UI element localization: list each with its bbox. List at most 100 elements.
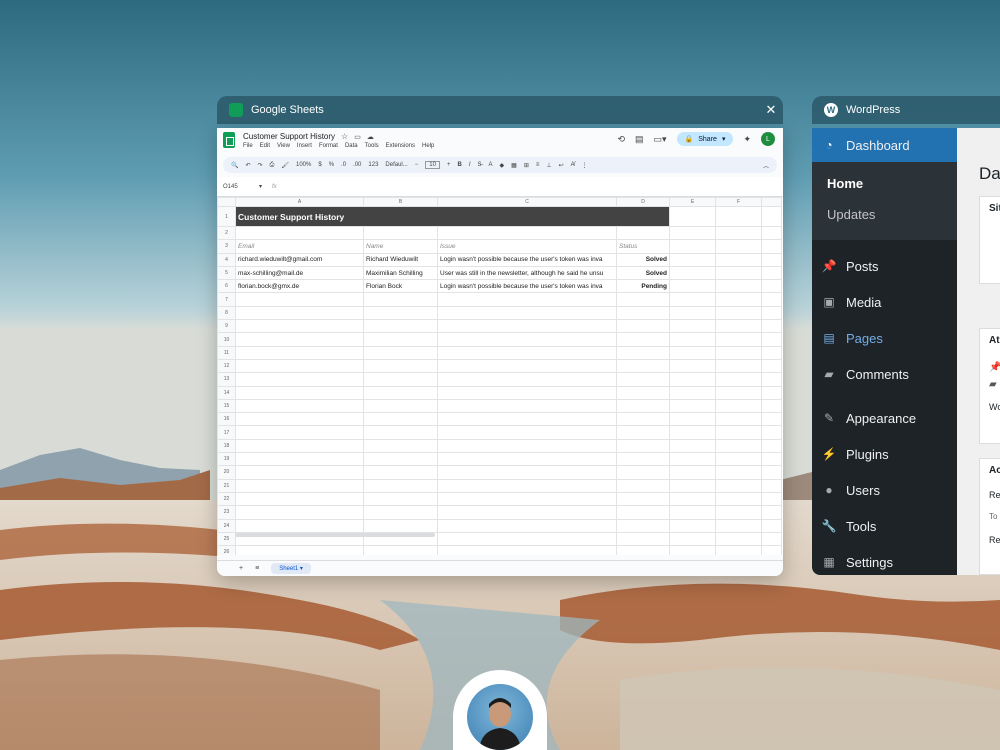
cell[interactable] [363, 319, 438, 334]
column-header-d[interactable]: D [616, 197, 670, 207]
increase-decimal-button[interactable]: .00 [353, 162, 361, 168]
name-box[interactable]: O145 [223, 184, 259, 190]
cell[interactable] [235, 465, 364, 480]
row-header[interactable]: 23 [217, 505, 236, 520]
cell[interactable] [616, 358, 670, 374]
share-button[interactable]: 🔒 Share ▾ [676, 132, 734, 146]
cell[interactable] [715, 438, 762, 454]
cell[interactable] [669, 279, 716, 294]
name-cell[interactable]: Richard Wieduwilt [363, 252, 438, 267]
paint-format-icon[interactable]: 🖌 [281, 162, 289, 169]
cell[interactable] [235, 505, 364, 520]
cell[interactable] [437, 545, 617, 555]
cell[interactable] [235, 385, 364, 400]
row-header[interactable]: 20 [217, 465, 236, 480]
cell[interactable] [235, 545, 364, 555]
cell[interactable] [616, 505, 670, 520]
valign-icon[interactable]: ⊥ [546, 162, 551, 169]
cell[interactable] [363, 438, 438, 454]
sidebar-item-comments[interactable]: ▰ Comments [812, 356, 957, 392]
cell[interactable] [363, 491, 438, 507]
cell[interactable] [669, 478, 716, 493]
email-cell[interactable]: richard.wieduwilt@gmail.com [235, 252, 364, 267]
cell[interactable] [363, 292, 438, 307]
cell[interactable] [715, 518, 762, 533]
row-header[interactable]: 24 [217, 518, 236, 533]
sheet-title-cell[interactable]: Customer Support History [235, 206, 670, 227]
cell[interactable] [235, 292, 364, 307]
cell[interactable] [363, 465, 438, 480]
horizontal-scrollbar[interactable] [235, 533, 435, 537]
header-status[interactable]: Status [616, 239, 670, 254]
row-header[interactable]: 5 [217, 265, 236, 281]
cell[interactable] [669, 531, 716, 547]
cell[interactable] [715, 505, 762, 520]
row-header[interactable]: 19 [217, 452, 236, 467]
cell[interactable] [715, 225, 762, 241]
cell[interactable] [761, 206, 782, 227]
cell[interactable] [715, 358, 762, 374]
cell[interactable] [616, 305, 670, 321]
star-icon[interactable]: ☆ [341, 132, 348, 141]
cell[interactable] [363, 412, 438, 427]
cell[interactable] [715, 412, 762, 427]
widget-text[interactable]: Re [989, 535, 1000, 545]
column-header-c[interactable]: C [437, 197, 617, 207]
collapse-toolbar-icon[interactable]: ︿ [763, 161, 769, 170]
cell[interactable] [669, 545, 716, 555]
bold-button[interactable]: B [457, 162, 461, 168]
row-header[interactable]: 26 [217, 545, 236, 555]
cell[interactable] [669, 265, 716, 281]
align-icon[interactable]: ≡ [536, 162, 540, 168]
menu-help[interactable]: Help [422, 143, 434, 149]
cell[interactable] [761, 452, 782, 467]
cell[interactable] [437, 398, 617, 414]
submenu-home[interactable]: Home [812, 168, 957, 199]
cell[interactable] [715, 465, 762, 480]
cell[interactable] [437, 358, 617, 374]
cell[interactable] [715, 372, 762, 387]
cell[interactable] [715, 531, 762, 547]
undo-icon[interactable]: ↶ [245, 162, 250, 169]
font-size-decrease-icon[interactable]: − [415, 162, 419, 168]
cell[interactable] [437, 465, 617, 480]
cell[interactable] [669, 412, 716, 427]
menu-extensions[interactable]: Extensions [386, 143, 415, 149]
wordpress-window-titlebar[interactable]: W WordPress [812, 96, 1000, 124]
cell[interactable] [669, 319, 716, 334]
menu-tools[interactable]: Tools [365, 143, 379, 149]
cell[interactable] [437, 319, 617, 334]
rotate-icon[interactable]: A̸ [571, 162, 575, 168]
cell[interactable] [235, 518, 364, 533]
cell[interactable] [437, 518, 617, 533]
row-header[interactable]: 11 [217, 345, 236, 360]
row-header[interactable]: 18 [217, 438, 236, 454]
cell[interactable] [715, 452, 762, 467]
cell[interactable] [437, 452, 617, 467]
cell[interactable] [669, 239, 716, 254]
cell[interactable] [669, 385, 716, 400]
cell[interactable] [669, 505, 716, 520]
cell[interactable] [235, 372, 364, 387]
cell[interactable] [437, 531, 617, 547]
font-size-increase-icon[interactable]: + [447, 162, 451, 168]
cell[interactable] [363, 452, 438, 467]
cell[interactable] [616, 372, 670, 387]
cell[interactable] [669, 518, 716, 533]
row-header[interactable]: 3 [217, 239, 236, 254]
cell[interactable] [761, 385, 782, 400]
currency-button[interactable]: $ [318, 162, 321, 168]
cell[interactable] [616, 412, 670, 427]
cell[interactable] [715, 305, 762, 321]
issue-cell[interactable]: Login wasn't possible because the user's… [437, 279, 617, 294]
cell[interactable] [669, 358, 716, 374]
cell[interactable] [669, 332, 716, 347]
font-size-input[interactable]: 10 [425, 161, 440, 169]
cell[interactable] [235, 478, 364, 493]
cell[interactable] [761, 332, 782, 347]
sheet-tab-sheet1[interactable]: Sheet1 ▾ [271, 563, 311, 574]
comments-icon[interactable]: ▤ [635, 134, 644, 145]
cell[interactable] [235, 225, 364, 241]
cell[interactable] [616, 531, 670, 547]
cell[interactable] [437, 372, 617, 387]
